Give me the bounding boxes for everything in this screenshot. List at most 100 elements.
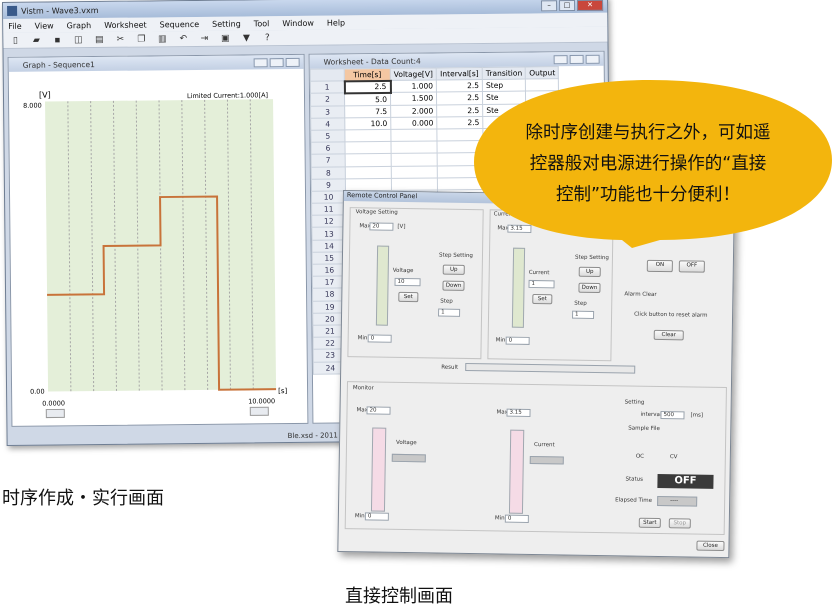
menu-setting[interactable]: Setting: [212, 19, 241, 28]
menu-worksheet[interactable]: Worksheet: [104, 20, 147, 29]
pane-max-button[interactable]: [269, 57, 284, 67]
current-min-field[interactable]: 0: [505, 336, 530, 345]
status-display: OFF: [657, 473, 714, 489]
row-number[interactable]: 2: [310, 93, 345, 106]
voltage-monitor-value: [391, 453, 426, 463]
stop-button[interactable]: Stop: [668, 518, 691, 529]
close-button[interactable]: ✕: [577, 0, 604, 11]
menu-help[interactable]: Help: [327, 18, 345, 27]
menu-view[interactable]: View: [35, 21, 54, 30]
menu-file[interactable]: File: [8, 21, 21, 30]
cut-icon[interactable]: ✂: [114, 34, 126, 44]
current-input[interactable]: 1: [528, 279, 555, 289]
x-scroll-right-button[interactable]: [249, 406, 269, 416]
paste-icon[interactable]: ▥: [156, 34, 168, 44]
voltage-cell[interactable]: 1.000: [390, 80, 437, 93]
time-cell[interactable]: 7.5: [344, 104, 391, 118]
open-folder-icon[interactable]: ▰: [30, 35, 42, 45]
current-set-button[interactable]: Set: [532, 293, 553, 305]
row-number[interactable]: 13: [311, 227, 347, 240]
sequence-graph[interactable]: [V] Limited Current:1.000[A] 8.000 0.00 …: [9, 69, 308, 426]
row-number[interactable]: 7: [311, 154, 346, 167]
interval-input[interactable]: 500: [660, 411, 685, 420]
column-header[interactable]: Time[s]: [344, 68, 391, 82]
voltage-input[interactable]: 10: [394, 277, 421, 287]
voltage-up-button[interactable]: Up: [442, 264, 465, 275]
corner-cell: [310, 68, 345, 82]
cv-indicator-label: CV: [669, 454, 678, 461]
graph-icon[interactable]: ◫: [72, 35, 84, 45]
ws-max-button[interactable]: [569, 54, 584, 64]
run-icon[interactable]: ⇥: [198, 33, 210, 43]
pane-min-button[interactable]: [253, 57, 268, 67]
monitor-a-min-field[interactable]: 0: [504, 514, 529, 523]
menu-window[interactable]: Window: [282, 18, 314, 27]
maximize-button[interactable]: □: [559, 0, 576, 11]
voltage-max-field[interactable]: 20: [369, 222, 394, 231]
monitor-icon[interactable]: ▣: [219, 33, 231, 43]
alarm-clear-button[interactable]: Clear: [653, 329, 684, 341]
app-logo-icon: [7, 5, 18, 16]
setting-label: Setting: [624, 399, 645, 406]
copy-icon[interactable]: ❐: [135, 34, 147, 44]
row-number[interactable]: 14: [312, 239, 347, 253]
sample-file-checkbox[interactable]: Sample File: [628, 426, 660, 432]
elapsed-time-display: ----: [657, 495, 698, 507]
row-number[interactable]: 4: [310, 117, 345, 131]
column-header[interactable]: Voltage[V]: [390, 67, 437, 81]
minimize-button[interactable]: –: [541, 0, 558, 11]
current-up-button[interactable]: Up: [578, 266, 601, 278]
save-icon[interactable]: ▪: [51, 35, 63, 45]
row-number[interactable]: 8: [311, 166, 346, 179]
row-number[interactable]: 9: [311, 178, 346, 192]
monitor-a-max-field[interactable]: 3.15: [506, 408, 531, 417]
remote-icon[interactable]: ▼: [240, 33, 252, 43]
voltage-step-field[interactable]: 1: [438, 308, 461, 317]
min-label: Min: [357, 335, 368, 342]
row-number[interactable]: 3: [310, 105, 345, 119]
voltage-down-button[interactable]: Down: [442, 280, 465, 291]
voltage-cell[interactable]: 0.000: [390, 116, 437, 130]
close-panel-button[interactable]: Close: [696, 540, 725, 552]
row-number[interactable]: 10: [311, 190, 346, 204]
menu-graph[interactable]: Graph: [67, 21, 92, 30]
row-number[interactable]: 11: [311, 202, 346, 216]
voltage-set-button[interactable]: Set: [398, 291, 419, 303]
current-checkbox[interactable]: Current: [534, 442, 555, 448]
menu-tool[interactable]: Tool: [254, 19, 270, 28]
help-icon[interactable]: ?: [261, 33, 273, 43]
row-number[interactable]: 6: [310, 142, 346, 155]
output-off-button[interactable]: OFF: [678, 260, 705, 273]
undo-icon[interactable]: ↶: [177, 34, 189, 44]
current-down-button[interactable]: Down: [578, 282, 601, 294]
row-number[interactable]: 12: [311, 215, 346, 228]
elapsed-time-label: Elapsed Time: [615, 497, 653, 504]
voltage-slider[interactable]: [375, 245, 390, 326]
ws-close-button[interactable]: [585, 54, 600, 64]
start-button[interactable]: Start: [638, 517, 661, 529]
voltage-min-field[interactable]: 0: [367, 334, 392, 343]
x-scroll-left-button[interactable]: [45, 408, 65, 419]
current-slider[interactable]: [511, 247, 526, 328]
time-cell[interactable]: 10.0: [344, 117, 391, 130]
row-number[interactable]: 1: [310, 81, 345, 94]
time-cell[interactable]: 5.0: [344, 92, 391, 106]
current-step-field[interactable]: 1: [572, 310, 595, 319]
menu-sequence[interactable]: Sequence: [160, 19, 200, 28]
output-on-button[interactable]: ON: [646, 259, 673, 273]
time-cell[interactable]: 2.5: [344, 80, 391, 94]
voltage-cell[interactable]: 2.000: [390, 104, 437, 118]
row-number[interactable]: 5: [310, 129, 345, 143]
step-label: Step: [574, 300, 587, 307]
voltage-cell[interactable]: 1.500: [390, 92, 437, 105]
callout-line-2: 控器般对电源进行操作的“直接: [529, 154, 767, 174]
voltage-setting-label: Voltage Setting: [355, 209, 398, 216]
new-file-icon[interactable]: ▯: [9, 35, 21, 45]
worksheet-icon[interactable]: ▤: [93, 34, 105, 44]
monitor-v-max-field[interactable]: 20: [366, 406, 391, 415]
monitor-v-min-field[interactable]: 0: [364, 512, 389, 521]
voltage-checkbox[interactable]: Voltage: [396, 440, 417, 446]
ws-min-button[interactable]: [553, 54, 568, 64]
callout-line-3: 控制”功能也十分便利！: [555, 185, 741, 205]
pane-close-button[interactable]: [285, 57, 300, 67]
